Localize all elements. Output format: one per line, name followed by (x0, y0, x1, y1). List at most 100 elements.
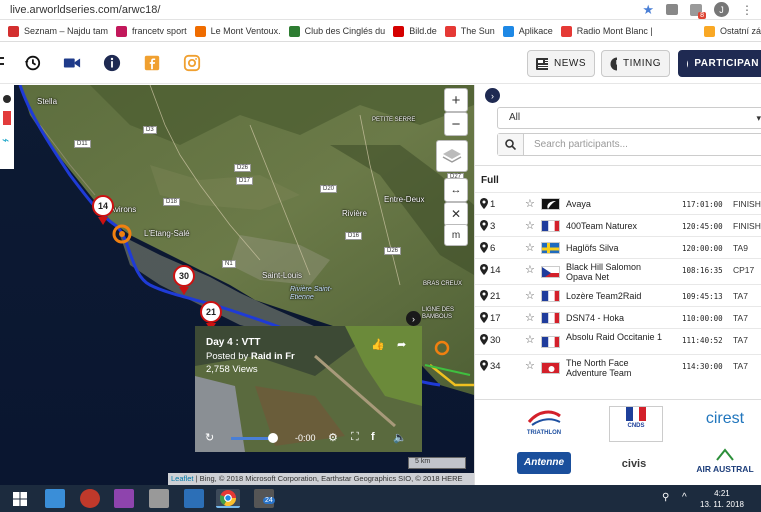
volume-slider[interactable] (231, 437, 273, 440)
system-clock[interactable]: 4:21 13. 11. 2018 (700, 488, 744, 510)
taskbar-app-icon[interactable] (114, 489, 134, 508)
sponsor-logo-antenne[interactable]: Antenne (517, 452, 571, 474)
slider-handle[interactable] (268, 433, 278, 443)
video-popup[interactable]: Day 4 : VTT Posted by Raid in Fr 2,758 V… (195, 326, 422, 452)
calculator-icon[interactable] (149, 489, 169, 508)
participants-button[interactable]: PARTICIPAN (678, 50, 761, 77)
fullscreen-icon[interactable]: ⛶ (351, 431, 359, 444)
participant-row[interactable]: 14 ☆ Black Hill Salomon Opava Net 108:16… (475, 258, 761, 284)
profile-avatar[interactable]: J (714, 2, 729, 17)
favorite-star-icon[interactable]: ☆ (525, 241, 535, 254)
start-button[interactable] (10, 489, 30, 508)
map-pin-icon[interactable] (480, 290, 488, 301)
map-pin-icon[interactable] (480, 360, 488, 371)
bookmark-francetv[interactable]: francetv sport (116, 25, 187, 37)
info-icon[interactable] (102, 53, 122, 73)
bookmark-bild[interactable]: Bild.de (393, 25, 437, 37)
zoom-out-button[interactable]: − (444, 112, 468, 136)
video-camera-icon[interactable] (62, 53, 82, 73)
participant-row[interactable]: 34 ☆ The North Face Adventure Team 114:3… (475, 354, 761, 380)
team-name[interactable]: Avaya (566, 199, 670, 209)
layers-button[interactable] (436, 140, 468, 172)
history-icon[interactable] (22, 53, 42, 73)
team-name[interactable]: DSN74 - Hoka (566, 313, 670, 323)
people-icon[interactable]: ⚲ (662, 492, 669, 503)
participant-row[interactable]: 3 ☆ 400Team Naturex 120:45:00 FINISH (475, 214, 761, 236)
settings-icon[interactable]: ⚙ (328, 431, 338, 444)
bookmark-aplikace[interactable]: Aplikace (502, 25, 553, 37)
clear-button[interactable]: ✕ (444, 202, 468, 226)
map-pin-icon[interactable] (480, 198, 488, 209)
facebook-icon[interactable] (142, 53, 162, 73)
category-select[interactable]: All ▾ (497, 107, 761, 129)
like-icon[interactable]: 👍 (371, 338, 385, 351)
favorite-star-icon[interactable]: ☆ (525, 289, 535, 302)
chevron-up-icon[interactable]: ^ (682, 492, 687, 503)
sponsor-logo-triathlon[interactable]: TRIATHLON (523, 410, 565, 442)
units-button[interactable]: m (444, 224, 468, 246)
camera-icon[interactable] (666, 4, 678, 15)
layers-icon (442, 149, 462, 163)
team-name[interactable]: Haglöfs Silva (566, 243, 670, 253)
menu-icon[interactable]: ⋮ (741, 3, 753, 17)
bookmark-ventoux[interactable]: Le Mont Ventoux. (194, 25, 281, 37)
menu-icon[interactable] (0, 53, 6, 73)
volume-icon[interactable]: 🔈 (393, 431, 407, 444)
news-button[interactable]: NEWS (527, 50, 595, 77)
team-marker[interactable]: 21 (200, 301, 222, 331)
instagram-icon[interactable] (182, 53, 202, 73)
participant-row[interactable]: 17 ☆ DSN74 - Hoka 110:00:00 TA7 (475, 306, 761, 328)
timing-button[interactable]: TIMING (601, 50, 670, 77)
search-participants[interactable]: Search participants... (497, 133, 761, 156)
sponsor-logo-cirest[interactable]: cirest (695, 410, 755, 440)
chrome-icon[interactable] (216, 489, 240, 508)
facebook-icon[interactable]: f (371, 431, 375, 443)
team-name[interactable]: Absolu Raid Occitanie 1 (566, 332, 670, 342)
share-icon[interactable]: ➦ (397, 338, 406, 351)
team-name[interactable]: Black Hill Salomon Opava Net (566, 262, 670, 282)
taskbar-app-icon[interactable] (80, 489, 100, 508)
team-marker[interactable]: 14 (92, 195, 114, 225)
sponsor-logo-civis[interactable]: civis (601, 458, 667, 478)
favorite-star-icon[interactable]: ☆ (525, 359, 535, 372)
mail-icon[interactable]: 24 (254, 489, 275, 508)
popup-next-icon[interactable]: › (406, 311, 421, 326)
map-view[interactable]: ⌁ Stella Les Avirons L'Etang-Salé Saint-… (0, 85, 474, 485)
participant-row[interactable]: 1 ☆ Avaya 117:01:00 FINISH (475, 192, 761, 214)
extension-icon[interactable]: 8 (690, 3, 706, 19)
bookmark-cingles[interactable]: Club des Cinglés du (288, 25, 385, 37)
zoom-in-button[interactable]: + (444, 88, 468, 112)
taskbar-monitor-icon[interactable] (45, 489, 65, 508)
bookmark-star-icon[interactable]: ★ (642, 2, 654, 18)
leaflet-link[interactable]: Leaflet (171, 474, 194, 483)
favorite-star-icon[interactable]: ☆ (525, 197, 535, 210)
favorite-star-icon[interactable]: ☆ (525, 311, 535, 324)
bookmark-folder-other[interactable]: Ostatní zá (703, 25, 761, 37)
search-input[interactable]: Search participants... (524, 134, 628, 155)
replay-icon[interactable]: ↻ (205, 431, 214, 444)
favorite-star-icon[interactable]: ☆ (525, 219, 535, 232)
collapse-panel-icon[interactable]: › (485, 88, 500, 103)
favorite-star-icon[interactable]: ☆ (525, 263, 535, 276)
save-icon[interactable] (184, 489, 204, 508)
team-marker[interactable]: 30 (173, 265, 195, 295)
map-pin-icon[interactable] (480, 264, 488, 275)
sponsor-logo-cnds[interactable]: CNDS (609, 406, 663, 442)
team-name[interactable]: The North Face Adventure Team (566, 358, 670, 378)
map-pin-icon[interactable] (480, 312, 488, 323)
participant-row[interactable]: 21 ☆ Lozère Team2Raid 109:45:13 TA7 (475, 284, 761, 306)
url-field[interactable]: live.arworldseries.com/arwc18/ (10, 4, 642, 16)
measure-button[interactable]: ↔ (444, 178, 468, 202)
map-pin-icon[interactable] (480, 220, 488, 231)
participant-row[interactable]: 6 ☆ Haglöfs Silva 120:00:00 TA9 (475, 236, 761, 258)
bookmark-radio[interactable]: Radio Mont Blanc | (560, 25, 653, 37)
team-name[interactable]: Lozère Team2Raid (566, 291, 670, 301)
participant-row[interactable]: 30 ☆ Absolu Raid Occitanie 1 111:40:52 T… (475, 328, 761, 354)
team-name[interactable]: 400Team Naturex (566, 221, 670, 231)
map-pin-icon[interactable] (480, 242, 488, 253)
sponsor-logo-air-austral[interactable]: AIR AUSTRAL (693, 448, 757, 478)
bookmark-thesun[interactable]: The Sun (444, 25, 495, 37)
favorite-star-icon[interactable]: ☆ (525, 333, 535, 346)
bookmark-seznam[interactable]: Seznam – Najdu tam (8, 25, 108, 37)
map-pin-icon[interactable] (480, 334, 488, 345)
